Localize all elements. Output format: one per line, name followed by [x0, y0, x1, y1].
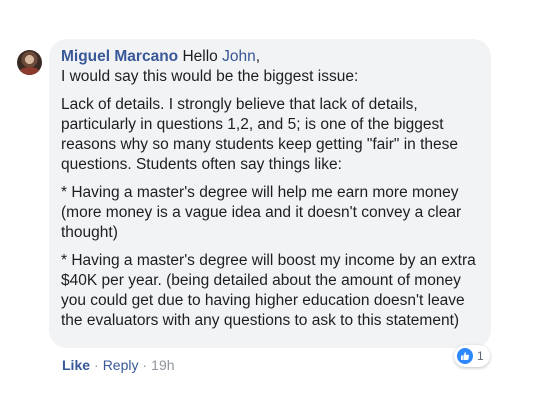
thumbs-up-icon: [457, 348, 473, 364]
comment-paragraph-1: Lack of details. I strongly believe that…: [61, 96, 458, 173]
comment-actions: Like · Reply · 19h: [62, 357, 175, 373]
comment-bubble: Miguel Marcano Hello John, I would say t…: [49, 39, 491, 348]
separator-dot: ·: [94, 357, 99, 373]
reaction-count: 1: [477, 349, 484, 363]
reaction-summary[interactable]: 1: [454, 345, 490, 367]
comment-line2: I would say this would be the biggest is…: [61, 68, 359, 85]
separator-dot: ·: [142, 357, 148, 373]
comment-author[interactable]: Miguel Marcano: [61, 48, 178, 65]
comment-greeting-end: ,: [255, 48, 261, 65]
comment-timestamp[interactable]: 19h: [151, 357, 174, 373]
comment-mention[interactable]: John: [222, 48, 256, 65]
comment-greeting: Hello: [182, 48, 218, 65]
comment-paragraph-3: * Having a master's degree will boost my…: [61, 252, 476, 329]
like-button[interactable]: Like: [62, 357, 90, 373]
avatar[interactable]: [17, 50, 42, 75]
reply-button[interactable]: Reply: [103, 357, 139, 373]
comment-header: Miguel Marcano Hello John,: [61, 47, 479, 67]
avatar-shoulders: [19, 67, 40, 75]
comment-paragraph-2: * Having a master's degree will help me …: [61, 184, 462, 241]
